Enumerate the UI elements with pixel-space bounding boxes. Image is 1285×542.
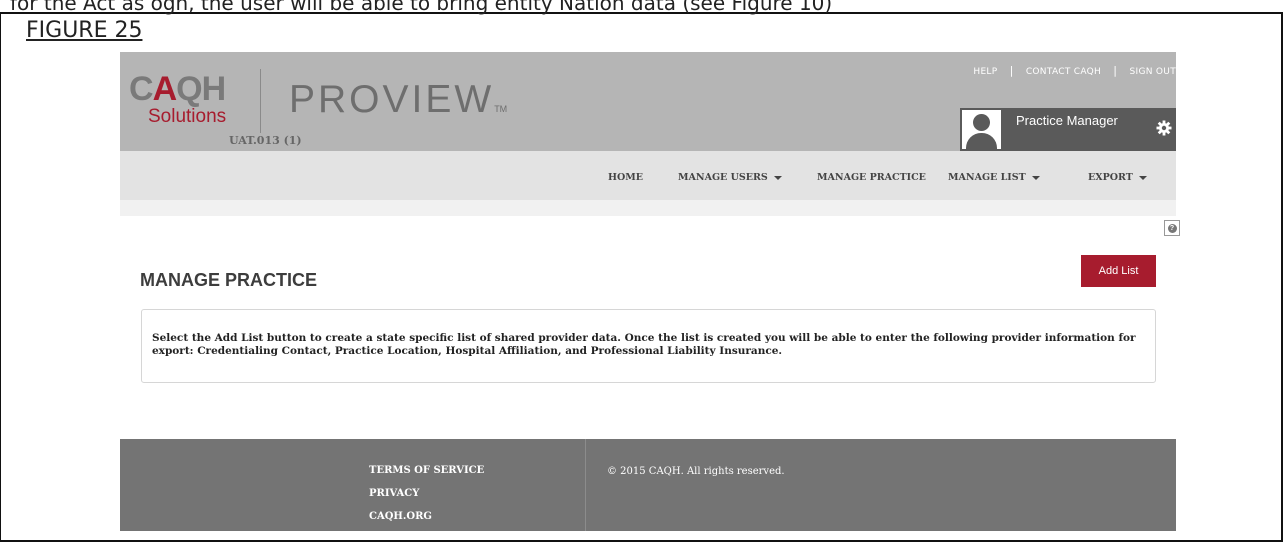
app-header: CAQH Solutions PROVIEWTM UAT.013 (1) HEL… <box>120 52 1176 151</box>
avatar-icon <box>962 110 1001 149</box>
figure-label: FIGURE 25 <box>26 18 143 43</box>
help-icon-glyph: ? <box>1167 223 1177 233</box>
nav-label: MANAGE PRACTICE <box>817 172 926 183</box>
nav-label: EXPORT <box>1088 172 1133 183</box>
top-links: HELP | CONTACT CAQH | SIGN OUT <box>973 64 1176 77</box>
caret-down-icon <box>1138 175 1147 180</box>
main-nav: HOME MANAGE USERS MANAGE PRACTICE MANAGE… <box>120 151 1176 200</box>
link-separator: | <box>1113 64 1118 77</box>
nav-export[interactable]: EXPORT <box>1088 172 1147 183</box>
logo-text: CAQH <box>129 70 226 108</box>
copyright: © 2015 CAQH. All rights reserved. <box>607 466 785 477</box>
user-role: Practice Manager <box>1016 113 1118 128</box>
trademark-mark: TM <box>494 104 508 114</box>
cutoff-text: for the Act as ogn, the user will be abl… <box>10 0 833 15</box>
footer-divider <box>585 439 586 531</box>
nav-label: MANAGE LIST <box>948 172 1026 183</box>
help-icon[interactable]: ? <box>1164 220 1180 236</box>
link-separator: | <box>1009 64 1014 77</box>
product-label: PROVIEW <box>289 78 495 121</box>
sign-out-link[interactable]: SIGN OUT <box>1129 67 1176 77</box>
caret-down-icon <box>773 175 782 180</box>
sub-bar <box>120 200 1176 216</box>
nav-manage-users[interactable]: MANAGE USERS <box>678 172 782 183</box>
logo-subtitle: Solutions <box>148 106 227 127</box>
nav-home[interactable]: HOME <box>608 172 643 183</box>
nav-manage-practice[interactable]: MANAGE PRACTICE <box>817 172 926 183</box>
caret-down-icon <box>1031 175 1040 180</box>
product-name: PROVIEWTM <box>289 78 507 122</box>
info-panel: Select the Add List button to create a s… <box>141 309 1156 383</box>
help-link[interactable]: HELP <box>973 67 997 77</box>
gear-icon[interactable] <box>1156 120 1172 136</box>
nav-manage-list[interactable]: MANAGE LIST <box>948 172 1040 183</box>
privacy-link[interactable]: PRIVACY <box>369 488 419 499</box>
contact-link[interactable]: CONTACT CAQH <box>1026 67 1101 77</box>
caqh-org-link[interactable]: CAQH.ORG <box>369 511 432 522</box>
nav-label: HOME <box>608 172 644 183</box>
logo-divider <box>260 69 261 133</box>
page-title: MANAGE PRACTICE <box>140 270 318 290</box>
terms-link[interactable]: TERMS OF SERVICE <box>369 465 484 476</box>
caqh-logo[interactable]: CAQH <box>129 70 226 109</box>
app-screenshot: CAQH Solutions PROVIEWTM UAT.013 (1) HEL… <box>120 52 1180 531</box>
nav-label: MANAGE USERS <box>678 172 768 183</box>
add-list-button[interactable]: Add List <box>1081 255 1156 287</box>
instance-label: UAT.013 (1) <box>229 134 302 147</box>
footer: TERMS OF SERVICE PRIVACY CAQH.ORG © 2015… <box>120 439 1176 531</box>
info-text: Select the Add List button to create a s… <box>152 332 1136 357</box>
user-menu[interactable]: Practice Manager <box>960 108 1176 151</box>
